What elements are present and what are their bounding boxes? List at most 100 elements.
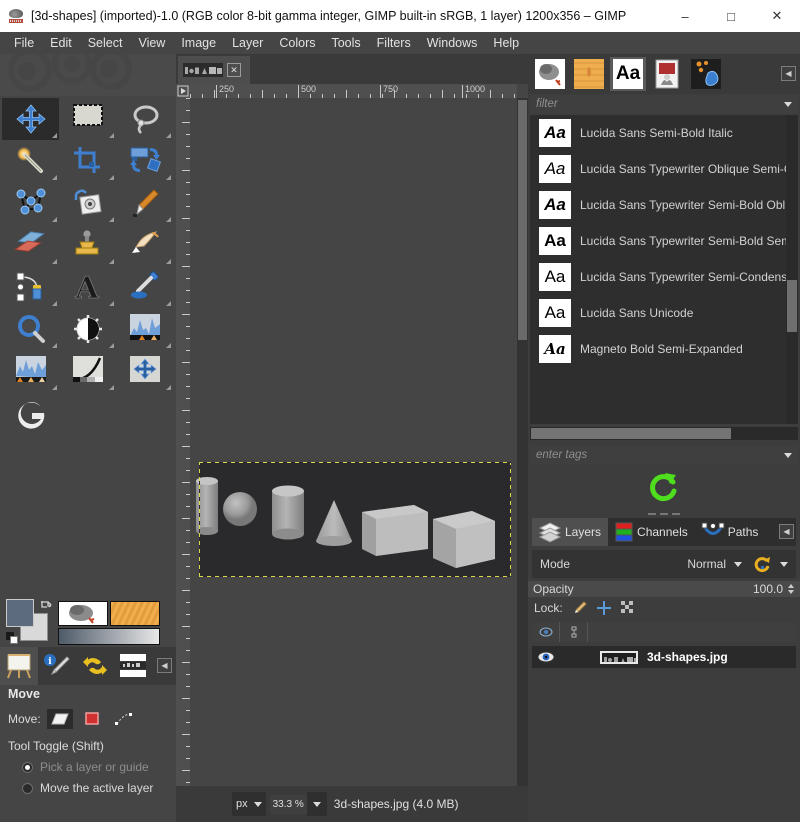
image-layer-3d-shapes[interactable] (196, 462, 511, 577)
clone-perspective-tool[interactable] (59, 182, 116, 224)
fuzzy-select-tool[interactable] (2, 140, 59, 182)
fg-bg-color-area[interactable] (6, 599, 52, 645)
horizontal-ruler[interactable]: 250 500 750 1000 (190, 84, 517, 98)
radio-indicator[interactable] (22, 761, 33, 773)
chevron-down-icon[interactable] (780, 561, 788, 567)
font-list-item[interactable]: Aa Lucida Sans Typewriter Oblique Semi-C… (530, 151, 786, 187)
curves-tool[interactable] (59, 350, 116, 392)
font-list-horizontal-scrollbar[interactable] (530, 427, 798, 440)
lock-position-button[interactable] (596, 601, 611, 615)
font-list-item[interactable]: Aa Magneto Bold Semi-Expanded (530, 331, 786, 367)
smudge-tool[interactable] (116, 182, 173, 224)
image-canvas[interactable] (190, 98, 517, 798)
layer-name[interactable]: 3d-shapes.jpg (647, 650, 728, 664)
tool-options-tab[interactable] (0, 647, 38, 685)
move-selection-mode-button[interactable] (79, 709, 105, 729)
gegl-operation-tool[interactable] (2, 392, 59, 434)
channels-tab[interactable]: Channels (608, 518, 695, 546)
unit-selector[interactable]: px (232, 792, 266, 816)
crop-tool[interactable] (59, 140, 116, 182)
opacity-stepper[interactable] (786, 582, 795, 596)
menu-tools[interactable]: Tools (323, 34, 368, 52)
close-button[interactable]: ✕ (754, 0, 800, 32)
font-list-item[interactable]: Aa Lucida Sans Typewriter Semi-Bold Semi… (530, 223, 786, 259)
ink-tool[interactable] (116, 224, 173, 266)
levels-tool[interactable] (116, 308, 173, 350)
paths-tool[interactable] (2, 266, 59, 308)
brightness-contrast-tool[interactable] (59, 308, 116, 350)
right-dock-menu-button[interactable]: ◀ (781, 66, 796, 81)
tool-presets-tab[interactable] (688, 57, 724, 91)
zoom-tool[interactable] (2, 308, 59, 350)
move-tool[interactable] (2, 98, 59, 140)
font-tags-bar[interactable]: enter tags (530, 446, 798, 464)
mode-value[interactable]: Normal (687, 557, 726, 571)
layer-visibility-icon[interactable] (532, 651, 560, 663)
font-list-item[interactable]: Aa Lucida Sans Typewriter Semi-Condensed (530, 259, 786, 295)
vertical-ruler[interactable] (176, 98, 190, 798)
menu-colors[interactable]: Colors (271, 34, 323, 52)
font-filter-bar[interactable]: filter (530, 95, 798, 113)
canvas-vertical-scrollbar[interactable] (517, 98, 528, 798)
menu-view[interactable]: View (130, 34, 173, 52)
warp-transform-tool[interactable] (2, 182, 59, 224)
font-list-item[interactable]: Aa Lucida Sans Typewriter Semi-Bold Obli… (530, 187, 786, 223)
pattern-indicator[interactable] (110, 601, 160, 626)
minimize-button[interactable]: – (662, 0, 708, 32)
paths-tab[interactable]: Paths (695, 518, 766, 546)
device-status-tab[interactable]: i (38, 647, 76, 685)
zoom-selector[interactable]: 33.3 % (269, 792, 327, 816)
scrollbar-thumb[interactable] (518, 100, 527, 340)
document-history-tab[interactable] (649, 57, 685, 91)
menu-file[interactable]: File (6, 34, 42, 52)
clone-tool[interactable] (59, 224, 116, 266)
brush-indicator[interactable] (58, 601, 108, 626)
chevron-down-icon[interactable] (306, 792, 327, 816)
move-layer-mode-button[interactable] (46, 709, 73, 729)
scrollbar-thumb[interactable] (531, 428, 731, 439)
rectangle-select-tool[interactable] (59, 98, 116, 140)
menu-edit[interactable]: Edit (42, 34, 80, 52)
refresh-fonts-icon[interactable] (647, 471, 681, 503)
chevron-down-icon[interactable] (253, 801, 262, 807)
color-picker-tool[interactable] (116, 266, 173, 308)
chevron-down-icon[interactable] (784, 101, 792, 107)
switch-to-default-values-button[interactable] (752, 553, 774, 575)
gradient-indicator[interactable] (58, 628, 160, 645)
font-list-item[interactable]: Aa Lucida Sans Unicode (530, 295, 786, 331)
close-icon[interactable]: ✕ (227, 63, 241, 77)
3d-shapes-image-tab[interactable]: ✕ (178, 56, 250, 84)
dock-separator-grip[interactable] (528, 510, 800, 518)
move-path-mode-button[interactable] (111, 709, 137, 729)
menu-image[interactable]: Image (173, 34, 224, 52)
fonts-tab[interactable]: Aa (610, 57, 646, 91)
layers-dock-menu-button[interactable]: ◀ (779, 524, 794, 539)
lock-alpha-button[interactable] (620, 601, 635, 615)
text-tool[interactable]: A (59, 266, 116, 308)
foreground-color-swatch[interactable] (6, 599, 34, 627)
font-list[interactable]: Aa Lucida Sans Semi-Bold Italic Aa Lucid… (530, 115, 786, 424)
menu-windows[interactable]: Windows (419, 34, 486, 52)
menu-filters[interactable]: Filters (369, 34, 419, 52)
menu-help[interactable]: Help (485, 34, 527, 52)
layer-row-3d-shapes[interactable]: 3d-shapes.jpg (532, 646, 796, 668)
threshold-tool[interactable] (2, 350, 59, 392)
transform-tool[interactable] (116, 140, 173, 182)
menu-expander-button[interactable] (176, 84, 190, 98)
menu-layer[interactable]: Layer (224, 34, 271, 52)
chevron-down-icon[interactable] (734, 561, 742, 567)
radio-indicator[interactable] (22, 782, 33, 794)
brushes-tab[interactable] (532, 57, 568, 91)
layer-opacity-row[interactable]: Opacity 100.0 (528, 581, 800, 597)
font-list-item[interactable]: Aa Lucida Sans Semi-Bold Italic (530, 115, 786, 151)
lock-pixels-button[interactable] (573, 601, 587, 615)
font-list-vertical-scrollbar[interactable] (786, 115, 798, 424)
layers-tab[interactable]: Layers (532, 518, 609, 546)
align-tool[interactable] (116, 350, 173, 392)
menu-select[interactable]: Select (80, 34, 131, 52)
maximize-button[interactable]: □ (708, 0, 754, 32)
opacity-value[interactable]: 100.0 (753, 582, 783, 596)
undo-history-tab[interactable] (76, 647, 114, 685)
scrollbar-thumb[interactable] (787, 280, 797, 332)
radio-move-active-layer[interactable]: Move the active layer (22, 781, 168, 795)
